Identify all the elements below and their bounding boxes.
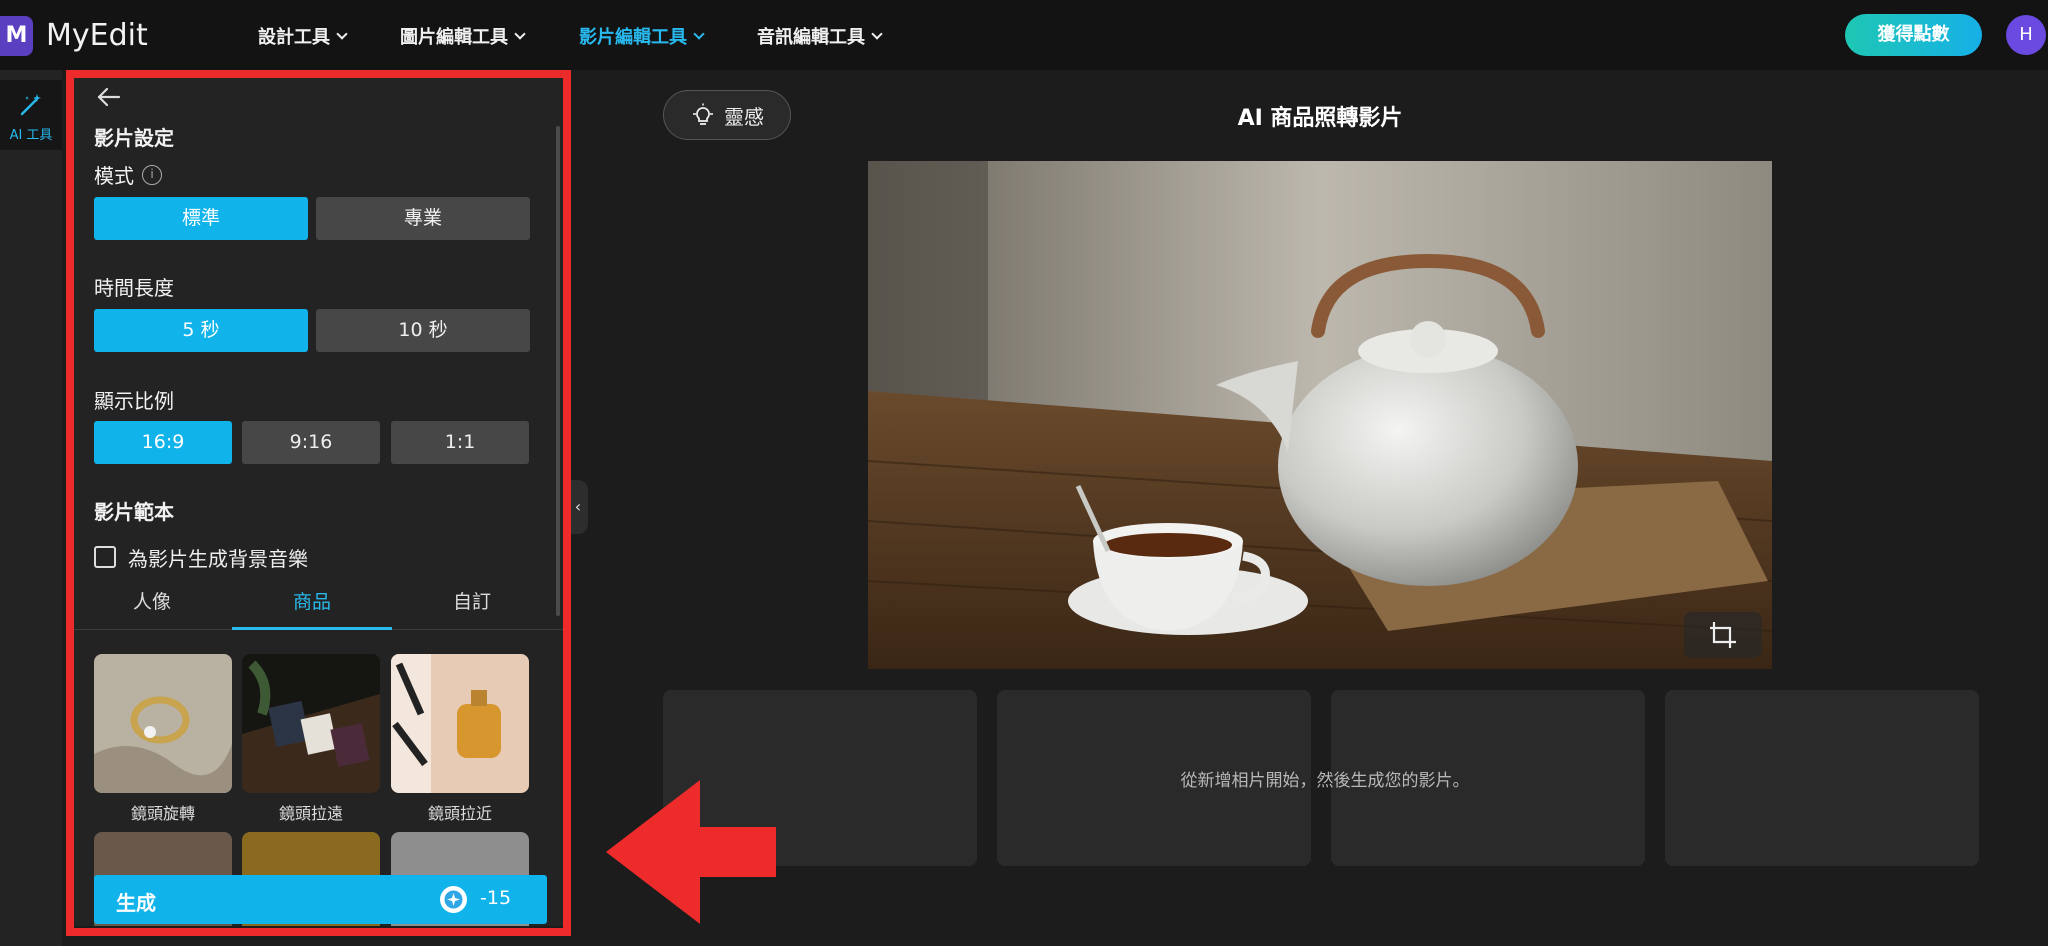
nav-label: 設計工具: [258, 27, 330, 48]
logo-text[interactable]: MyEdit: [46, 18, 148, 53]
tool-rail: AI 工具: [0, 70, 62, 946]
app-root: M MyEdit 設計工具 圖片編輯工具 影片編輯工具 音訊編輯工具 獲得點數 …: [0, 0, 2048, 946]
crop-button[interactable]: [1684, 612, 1762, 658]
crop-icon: [1710, 622, 1736, 648]
chevron-down-icon: [336, 28, 348, 40]
empty-state-hint: 從新增相片開始，然後生成您的影片。: [1180, 771, 1470, 791]
rail-item-label: AI 工具: [9, 128, 53, 143]
get-points-button[interactable]: 獲得點數: [1845, 14, 1982, 56]
nav-photo-tools[interactable]: 圖片編輯工具: [400, 23, 526, 49]
nav-video-tools[interactable]: 影片編輯工具: [579, 23, 705, 49]
top-header: M MyEdit 設計工具 圖片編輯工具 影片編輯工具 音訊編輯工具 獲得點數 …: [0, 0, 2048, 70]
nav-label: 影片編輯工具: [579, 27, 687, 48]
lightbulb-icon: [693, 103, 713, 125]
nav-design-tools[interactable]: 設計工具: [258, 23, 348, 49]
nav-label: 音訊編輯工具: [757, 27, 865, 48]
chevron-down-icon: [693, 28, 705, 40]
inspiration-button[interactable]: 靈感: [663, 90, 791, 140]
video-slot[interactable]: [1665, 690, 1979, 866]
chevron-down-icon: [514, 28, 526, 40]
rail-item-ai-tools[interactable]: AI 工具: [0, 80, 62, 150]
chevron-down-icon: [871, 28, 883, 40]
nav-label: 圖片編輯工具: [400, 27, 508, 48]
nav-audio-tools[interactable]: 音訊編輯工具: [757, 23, 883, 49]
avatar[interactable]: H: [2006, 15, 2046, 55]
product-photo: [868, 161, 1772, 669]
logo-icon[interactable]: M: [0, 16, 33, 56]
page-title: AI 商品照轉影片: [1237, 106, 1403, 131]
red-arrow-annotation: [606, 780, 776, 924]
teapot-image: [868, 161, 1772, 669]
highlight-frame: [66, 70, 571, 936]
magic-wand-icon: [20, 94, 41, 116]
collapse-panel-handle[interactable]: ‹: [568, 480, 588, 534]
inspiration-label: 靈感: [724, 104, 764, 129]
